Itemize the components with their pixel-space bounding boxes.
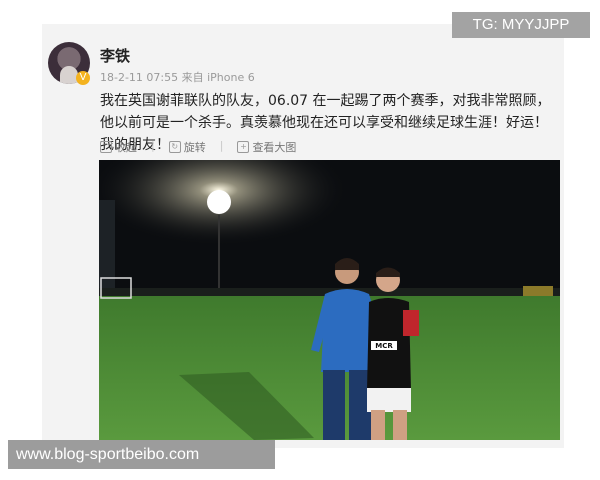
- view-large-button[interactable]: + 查看大图: [237, 139, 296, 155]
- site-watermark: www.blog-sportbeibo.com: [8, 440, 275, 469]
- image-actions: ⌃ 收起 | ↻ 旋转 | + 查看大图: [100, 139, 296, 155]
- rotate-button[interactable]: ↻ 旋转: [168, 139, 206, 155]
- collect-label: 收起: [115, 141, 137, 154]
- collapse-icon: ⌃: [100, 141, 112, 153]
- magnify-icon: +: [237, 141, 250, 153]
- tg-watermark: TG: MYYJJPP: [452, 12, 590, 38]
- football-pitch-photo: MCR: [99, 160, 560, 440]
- collect-button[interactable]: ⌃ 收起: [100, 139, 137, 155]
- post-meta: 18-2-11 07:55 来自 iPhone 6: [100, 71, 255, 84]
- post-photo[interactable]: MCR: [99, 160, 560, 440]
- username[interactable]: 李铁: [100, 45, 130, 66]
- rotate-icon: ↻: [168, 141, 181, 153]
- verified-badge-icon: V: [76, 71, 90, 85]
- divider: |: [219, 139, 224, 152]
- view-large-label: 查看大图: [252, 141, 297, 154]
- divider: |: [151, 139, 155, 152]
- floodlight: [207, 190, 231, 214]
- rotate-label: 旋转: [183, 141, 206, 154]
- stand-left: [99, 200, 115, 290]
- jersey-sponsor: MCR: [375, 342, 393, 350]
